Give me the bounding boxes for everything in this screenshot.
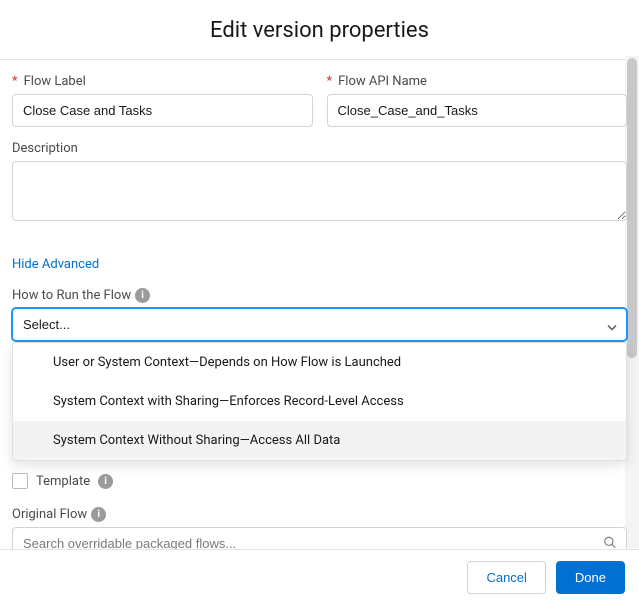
- api-name-input[interactable]: [327, 94, 628, 127]
- option-user-system-context[interactable]: User or System Context—Depends on How Fl…: [13, 343, 626, 382]
- modal-title: Edit version properties: [0, 18, 639, 43]
- original-flow-text: Original Flow: [12, 507, 87, 522]
- api-name-text: Flow API Name: [338, 74, 427, 89]
- flow-label-input[interactable]: [12, 94, 313, 127]
- how-to-run-label: How to Run the Flow i: [12, 288, 627, 303]
- how-to-run-combobox[interactable]: User or System Context—Depends on How Fl…: [12, 308, 627, 341]
- template-label: Template: [36, 474, 90, 489]
- how-to-run-text: How to Run the Flow: [12, 288, 131, 303]
- description-input[interactable]: [12, 161, 627, 221]
- description-label: Description: [12, 141, 627, 156]
- modal-footer: Cancel Done: [0, 549, 639, 605]
- flow-label-group: * Flow Label: [12, 74, 313, 127]
- advanced-toggle-row: Hide Advanced: [12, 253, 627, 272]
- modal-body: * Flow Label * Flow API Name Description…: [0, 60, 639, 554]
- info-icon[interactable]: i: [91, 507, 106, 522]
- modal-header: Edit version properties: [0, 0, 639, 59]
- flow-label-text: Flow Label: [24, 74, 86, 89]
- option-system-context-sharing[interactable]: System Context with Sharing—Enforces Rec…: [13, 382, 626, 421]
- modal: Edit version properties * Flow Label * F…: [0, 0, 639, 605]
- flow-label-label: * Flow Label: [12, 74, 313, 89]
- api-name-label: * Flow API Name: [327, 74, 628, 89]
- cancel-button[interactable]: Cancel: [467, 561, 545, 594]
- info-icon[interactable]: i: [135, 288, 150, 303]
- required-star: *: [327, 74, 333, 89]
- template-checkbox[interactable]: [12, 473, 28, 489]
- done-button[interactable]: Done: [556, 561, 625, 594]
- required-star: *: [12, 74, 18, 89]
- hide-advanced-link[interactable]: Hide Advanced: [12, 257, 99, 272]
- row-label-api: * Flow Label * Flow API Name: [12, 74, 627, 127]
- original-flow-group: Original Flow i: [12, 507, 627, 554]
- how-to-run-listbox: User or System Context—Depends on How Fl…: [12, 342, 627, 461]
- api-name-group: * Flow API Name: [327, 74, 628, 127]
- option-system-context-without-sharing[interactable]: System Context Without Sharing—Access Al…: [13, 421, 626, 460]
- description-group: Description: [12, 141, 627, 225]
- how-to-run-group: How to Run the Flow i User or System Con…: [12, 288, 627, 341]
- original-flow-label: Original Flow i: [12, 507, 627, 522]
- template-row: Template i: [12, 473, 627, 489]
- info-icon[interactable]: i: [98, 474, 113, 489]
- how-to-run-input[interactable]: [12, 308, 627, 341]
- description-text: Description: [12, 141, 78, 156]
